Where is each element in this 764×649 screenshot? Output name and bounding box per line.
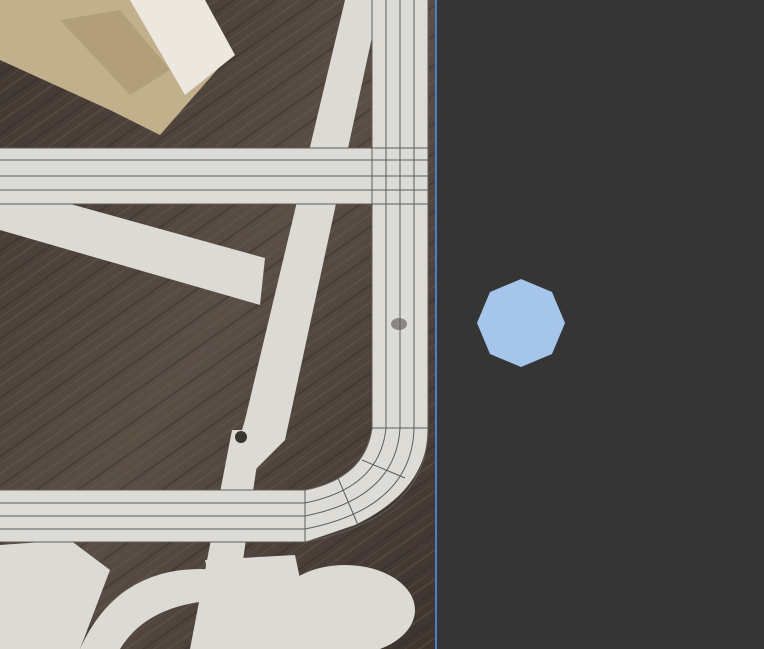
octagon-handle-icon[interactable] [477,279,565,367]
reference-photo [0,0,436,649]
viewport[interactable] [0,0,436,649]
side-panel [437,0,764,649]
